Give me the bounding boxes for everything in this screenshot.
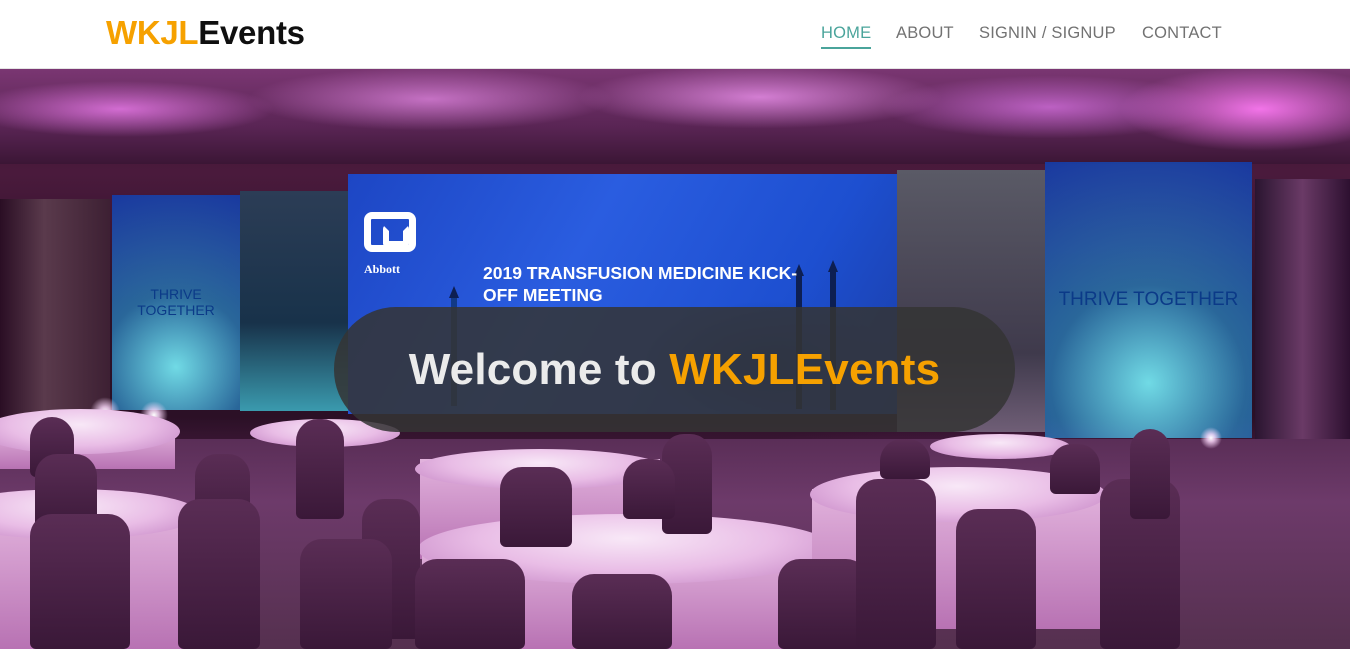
welcome-brand: WKJLEvents (669, 344, 941, 394)
nav-about-link[interactable]: ABOUT (896, 23, 954, 43)
abbott-logo-icon (364, 212, 416, 252)
chair (300, 539, 392, 649)
led-screen-right: THRIVE TOGETHER (1045, 162, 1252, 438)
site-header: WKJLEvents HOME ABOUT SIGNIN / SIGNUP CO… (0, 0, 1350, 69)
welcome-heading: Welcome to WKJLEvents (409, 344, 941, 396)
chair (778, 559, 868, 649)
nav-signin-signup-link[interactable]: SIGNIN / SIGNUP (979, 23, 1116, 43)
main-screen-title: 2019 TRANSFUSION MEDICINE KICK-OFF MEETI… (483, 263, 798, 305)
chair (415, 559, 525, 649)
hero-banner: THRIVE TOGETHER Abbott 2019 TRANSFUSION … (0, 69, 1350, 649)
nav-home-link[interactable]: HOME (821, 23, 872, 49)
brand-part-wkjl: WKJL (106, 14, 199, 51)
led-screen-left-text: THRIVE TOGETHER (137, 286, 215, 318)
brand-part-events: Events (198, 14, 305, 51)
stage-light-icon (1200, 427, 1222, 449)
dining-table (930, 434, 1070, 459)
chair (956, 509, 1036, 649)
chair (296, 419, 344, 519)
chair (880, 439, 930, 479)
chair (30, 514, 130, 649)
chair (1050, 444, 1100, 494)
abbott-logo-text: Abbott (364, 262, 401, 276)
chair (572, 574, 672, 649)
welcome-banner: Welcome to WKJLEvents (334, 307, 1015, 432)
wall-panel-right (1255, 179, 1350, 479)
chair (500, 467, 572, 547)
brand-logo-link[interactable]: WKJLEvents (106, 14, 305, 52)
ceiling-lights (0, 69, 1350, 164)
led-screen-left: THRIVE TOGETHER (112, 195, 240, 410)
chair (623, 459, 675, 519)
chair (856, 479, 936, 649)
stage-panel-left (240, 191, 348, 411)
chair (1130, 429, 1170, 519)
chair (178, 499, 260, 649)
led-screen-right-text: THRIVE TOGETHER (1058, 288, 1239, 310)
nav-contact-link[interactable]: CONTACT (1142, 23, 1222, 43)
welcome-prefix: Welcome to (408, 344, 657, 394)
